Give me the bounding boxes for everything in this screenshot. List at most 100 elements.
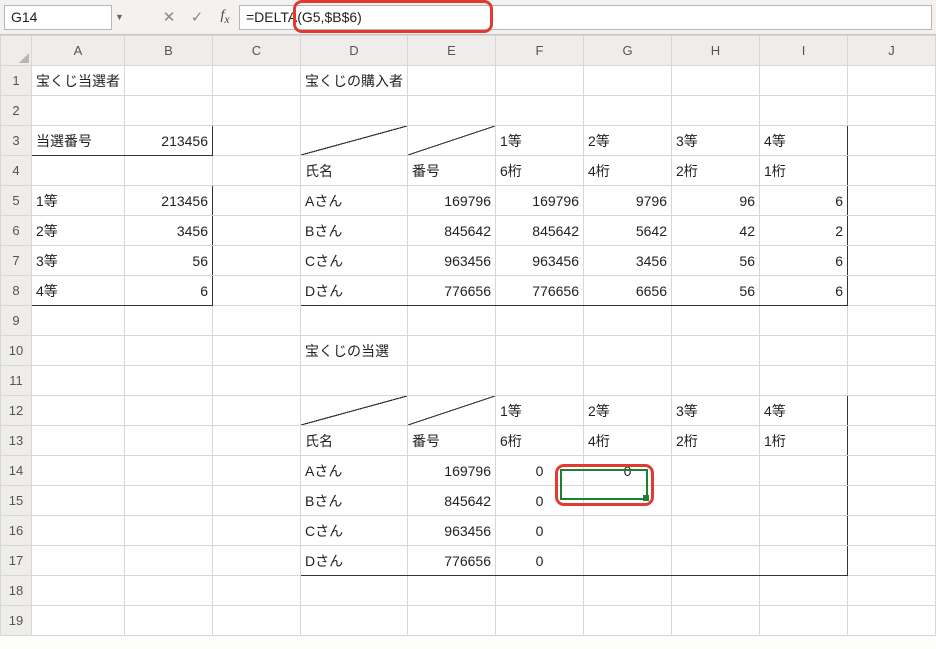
cell-E5[interactable]: 169796 xyxy=(408,186,496,216)
cell-I14[interactable] xyxy=(760,456,848,486)
cell-J19[interactable] xyxy=(848,606,936,636)
cell-J10[interactable] xyxy=(848,336,936,366)
cell-G12[interactable]: 2等 xyxy=(584,396,672,426)
cell-D18[interactable] xyxy=(301,576,408,606)
cell-J15[interactable] xyxy=(848,486,936,516)
cell-B11[interactable] xyxy=(125,366,213,396)
cell-I15[interactable] xyxy=(760,486,848,516)
cell-H5[interactable]: 96 xyxy=(672,186,760,216)
row-header-3[interactable]: 3 xyxy=(1,126,32,156)
cell-B7[interactable]: 56 xyxy=(125,246,213,276)
cell-E8[interactable]: 776656 xyxy=(408,276,496,306)
cell-E7[interactable]: 963456 xyxy=(408,246,496,276)
cell-I12[interactable]: 4等 xyxy=(760,396,848,426)
cell-C18[interactable] xyxy=(213,576,301,606)
col-header-J[interactable]: J xyxy=(848,36,936,66)
cell-D10[interactable]: 宝くじの当選 xyxy=(301,336,408,366)
cell-F1[interactable] xyxy=(496,66,584,96)
enter-icon[interactable]: ✓ xyxy=(183,8,211,26)
cell-A15[interactable] xyxy=(32,486,125,516)
row-header-16[interactable]: 16 xyxy=(1,516,32,546)
cell-G11[interactable] xyxy=(584,366,672,396)
cell-B4[interactable] xyxy=(125,156,213,186)
cell-G16[interactable] xyxy=(584,516,672,546)
cell-H14[interactable] xyxy=(672,456,760,486)
cell-A13[interactable] xyxy=(32,426,125,456)
row-header-12[interactable]: 12 xyxy=(1,396,32,426)
cell-C15[interactable] xyxy=(213,486,301,516)
row-header-5[interactable]: 5 xyxy=(1,186,32,216)
cell-E17[interactable]: 776656 xyxy=(408,546,496,576)
cell-D11[interactable] xyxy=(301,366,408,396)
cell-F3[interactable]: 1等 xyxy=(496,126,584,156)
cell-B19[interactable] xyxy=(125,606,213,636)
cell-C8[interactable] xyxy=(213,276,301,306)
cell-H12[interactable]: 3等 xyxy=(672,396,760,426)
cell-E4[interactable]: 番号 xyxy=(408,156,496,186)
cell-C5[interactable] xyxy=(213,186,301,216)
col-header-A[interactable]: A xyxy=(32,36,125,66)
cell-F14[interactable]: 0 xyxy=(496,456,584,486)
cell-E14[interactable]: 169796 xyxy=(408,456,496,486)
col-header-D[interactable]: D xyxy=(301,36,408,66)
cell-H11[interactable] xyxy=(672,366,760,396)
cell-E16[interactable]: 963456 xyxy=(408,516,496,546)
cell-F9[interactable] xyxy=(496,306,584,336)
cell-I10[interactable] xyxy=(760,336,848,366)
cell-F2[interactable] xyxy=(496,96,584,126)
cell-F13[interactable]: 6桁 xyxy=(496,426,584,456)
cell-J4[interactable] xyxy=(848,156,936,186)
row-header-17[interactable]: 17 xyxy=(1,546,32,576)
cell-I19[interactable] xyxy=(760,606,848,636)
col-header-I[interactable]: I xyxy=(760,36,848,66)
cell-D5[interactable]: Aさん xyxy=(301,186,408,216)
cell-B18[interactable] xyxy=(125,576,213,606)
cell-I11[interactable] xyxy=(760,366,848,396)
cancel-icon[interactable]: ✕ xyxy=(155,8,183,26)
cell-H4[interactable]: 2桁 xyxy=(672,156,760,186)
cell-J11[interactable] xyxy=(848,366,936,396)
cell-D6[interactable]: Bさん xyxy=(301,216,408,246)
cell-G10[interactable] xyxy=(584,336,672,366)
cell-C3[interactable] xyxy=(213,126,301,156)
cell-A2[interactable] xyxy=(32,96,125,126)
cell-F10[interactable] xyxy=(496,336,584,366)
cell-F4[interactable]: 6桁 xyxy=(496,156,584,186)
cell-A3[interactable]: 当選番号 xyxy=(32,126,125,156)
cell-E1[interactable] xyxy=(408,66,496,96)
cell-H10[interactable] xyxy=(672,336,760,366)
cell-E19[interactable] xyxy=(408,606,496,636)
cell-J2[interactable] xyxy=(848,96,936,126)
cell-J8[interactable] xyxy=(848,276,936,306)
cell-G6[interactable]: 5642 xyxy=(584,216,672,246)
cell-B15[interactable] xyxy=(125,486,213,516)
row-header-7[interactable]: 7 xyxy=(1,246,32,276)
cell-J7[interactable] xyxy=(848,246,936,276)
cell-I16[interactable] xyxy=(760,516,848,546)
cell-G2[interactable] xyxy=(584,96,672,126)
col-header-F[interactable]: F xyxy=(496,36,584,66)
cell-A5[interactable]: 1等 xyxy=(32,186,125,216)
row-header-15[interactable]: 15 xyxy=(1,486,32,516)
cell-B9[interactable] xyxy=(125,306,213,336)
cell-G8[interactable]: 6656 xyxy=(584,276,672,306)
cell-I9[interactable] xyxy=(760,306,848,336)
cell-C17[interactable] xyxy=(213,546,301,576)
cell-B1[interactable] xyxy=(125,66,213,96)
cell-F6[interactable]: 845642 xyxy=(496,216,584,246)
col-header-C[interactable]: C xyxy=(213,36,301,66)
cell-G17[interactable] xyxy=(584,546,672,576)
cell-I6[interactable]: 2 xyxy=(760,216,848,246)
cell-J14[interactable] xyxy=(848,456,936,486)
row-header-18[interactable]: 18 xyxy=(1,576,32,606)
cell-J17[interactable] xyxy=(848,546,936,576)
cell-J16[interactable] xyxy=(848,516,936,546)
cell-A14[interactable] xyxy=(32,456,125,486)
cell-F15[interactable]: 0 xyxy=(496,486,584,516)
name-box[interactable]: G14 xyxy=(4,5,112,30)
cell-F16[interactable]: 0 xyxy=(496,516,584,546)
cell-G13[interactable]: 4桁 xyxy=(584,426,672,456)
cell-G9[interactable] xyxy=(584,306,672,336)
cell-G18[interactable] xyxy=(584,576,672,606)
cell-E12[interactable] xyxy=(408,396,496,426)
